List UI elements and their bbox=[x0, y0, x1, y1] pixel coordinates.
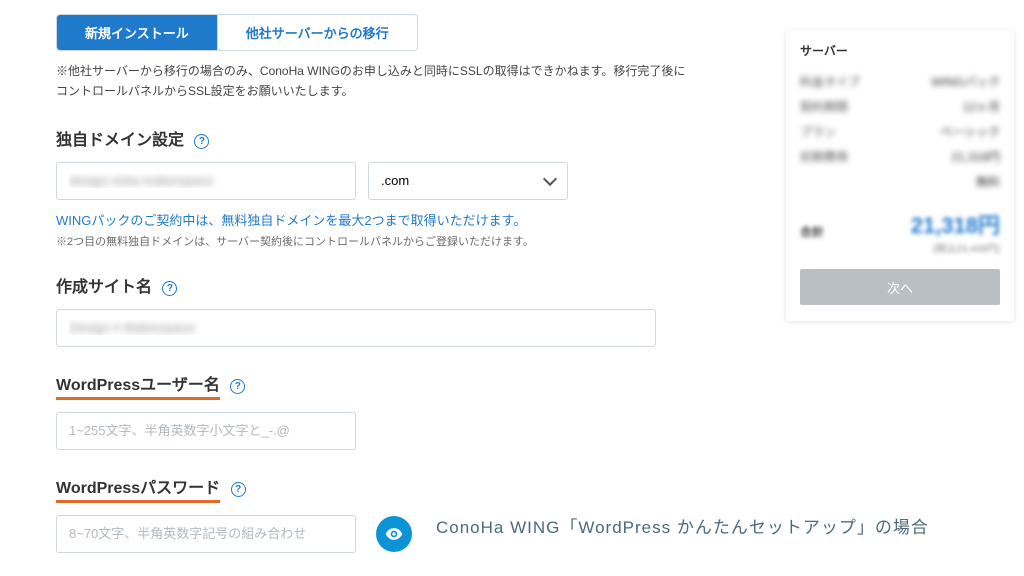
summary-header: サーバー bbox=[800, 42, 1000, 59]
eye-icon bbox=[384, 524, 404, 544]
wing-pack-domain-link[interactable]: WINGパックのご契約中は、無料独自ドメインを最大2つまで取得いただけます。 bbox=[56, 210, 686, 229]
tld-select[interactable]: .com bbox=[368, 162, 568, 200]
domain-section-title: 独自ドメイン設定 bbox=[56, 126, 184, 150]
tab-migration[interactable]: 他社サーバーからの移行 bbox=[217, 15, 417, 50]
toggle-password-visibility[interactable] bbox=[376, 516, 412, 552]
figure-caption: ConoHa WING「WordPress かんたんセットアップ」の場合 bbox=[436, 513, 929, 538]
summary-rows: 料金タイプWINGパック 契約期間12ヶ月 プランベーシック 初期費用21,31… bbox=[800, 69, 1000, 194]
total-label: 合計 bbox=[800, 223, 824, 240]
wp-user-title: WordPressユーザー名 bbox=[56, 371, 220, 400]
total-sub: (税込23,449円) bbox=[800, 240, 1000, 255]
domain-input[interactable] bbox=[56, 162, 356, 200]
help-icon[interactable]: ? bbox=[162, 281, 177, 296]
install-type-tabs: 新規インストール 他社サーバーからの移行 bbox=[56, 14, 418, 51]
help-icon[interactable]: ? bbox=[230, 379, 245, 394]
wp-username-input[interactable] bbox=[56, 412, 356, 450]
wp-pass-title: WordPressパスワード bbox=[56, 474, 220, 503]
domain-sub-note: 2つ目の無料独自ドメインは、サーバー契約後にコントロールパネルからご登録いただけ… bbox=[56, 233, 686, 249]
site-name-title: 作成サイト名 bbox=[56, 273, 152, 297]
wp-password-input[interactable] bbox=[56, 515, 356, 553]
site-name-input[interactable] bbox=[56, 309, 656, 347]
total-amount: 21,318円 bbox=[911, 208, 1000, 240]
summary-card: サーバー 料金タイプWINGパック 契約期間12ヶ月 プランベーシック 初期費用… bbox=[786, 30, 1014, 321]
next-button[interactable]: 次へ bbox=[800, 269, 1000, 305]
tab-new-install[interactable]: 新規インストール bbox=[57, 15, 217, 50]
tld-value: .com bbox=[381, 173, 409, 188]
help-icon[interactable]: ? bbox=[194, 134, 209, 149]
migration-note: 他社サーバーから移行の場合のみ、ConoHa WINGのお申し込みと同時にSSL… bbox=[56, 61, 686, 102]
chevron-down-icon bbox=[543, 172, 557, 186]
help-icon[interactable]: ? bbox=[231, 482, 246, 497]
